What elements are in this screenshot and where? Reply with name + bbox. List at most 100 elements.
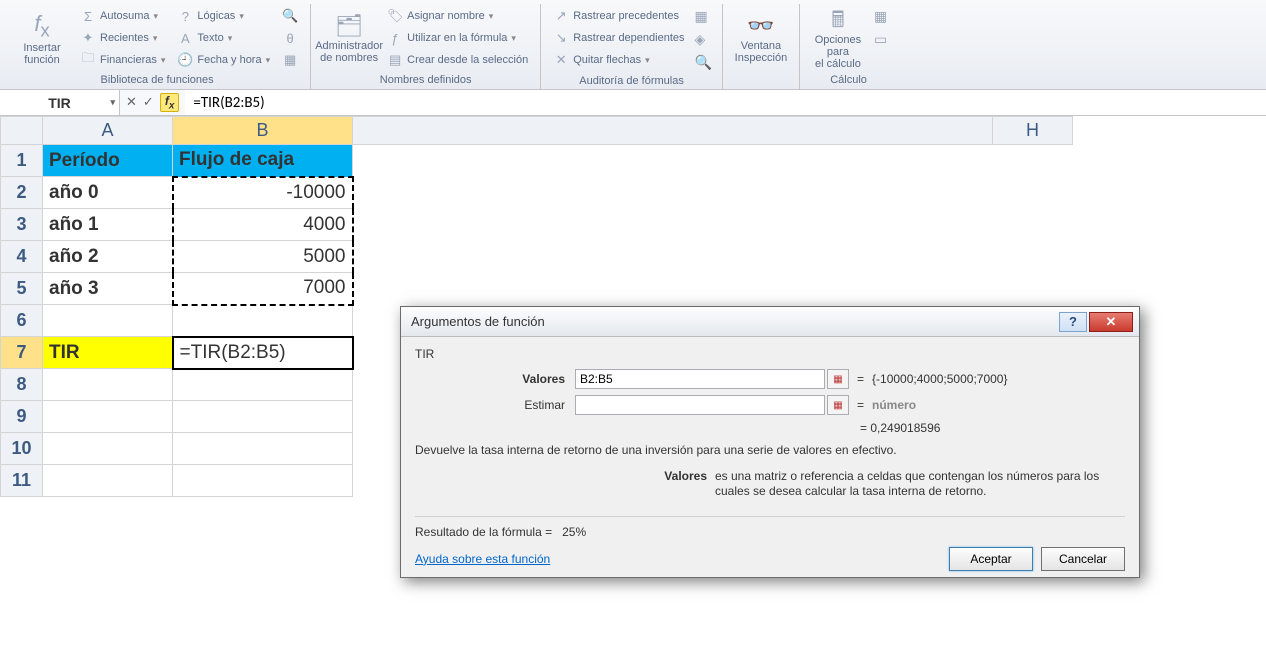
row-header-3[interactable]: 3 — [1, 209, 43, 241]
watch-icon: 👓 — [747, 14, 774, 38]
cell-A7[interactable]: TIR — [43, 337, 173, 369]
cell-A9[interactable] — [43, 401, 173, 433]
watch-window-button[interactable]: 👓 Ventana Inspección — [731, 6, 791, 72]
group-label-watch — [731, 72, 791, 74]
help-link[interactable]: Ayuda sobre esta función — [415, 552, 941, 566]
name-manager-button[interactable]: 🗂 Administrador de nombres — [319, 6, 379, 72]
arg1-label: Valores — [415, 372, 575, 386]
ribbon-group-watch: 👓 Ventana Inspección — [727, 4, 800, 89]
dialog-function-name: TIR — [415, 347, 1125, 361]
col-header-A[interactable]: A — [43, 117, 173, 145]
assign-name-button[interactable]: 🏷Asignar nombre — [383, 6, 532, 26]
col-header-gap[interactable] — [353, 117, 993, 145]
cell-B6[interactable] — [173, 305, 353, 337]
logical-icon: ? — [177, 9, 193, 24]
dialog-title: Argumentos de función — [411, 314, 1059, 329]
create-from-selection-button[interactable]: ▤Crear desde la selección — [383, 50, 532, 70]
formula-icon: ƒ — [387, 31, 403, 46]
lookup-icon: 🔍 — [282, 8, 298, 24]
cell-B10[interactable] — [173, 433, 353, 465]
remove-arrows-button[interactable]: ✕Quitar flechas — [549, 50, 688, 70]
row-header-1[interactable]: 1 — [1, 145, 43, 177]
row-header-4[interactable]: 4 — [1, 241, 43, 273]
recent-button[interactable]: ✦Recientes — [76, 28, 169, 48]
datetime-button[interactable]: 🕘Fecha y hora — [173, 50, 274, 70]
arg2-input[interactable] — [575, 395, 825, 415]
row-header-8[interactable]: 8 — [1, 369, 43, 401]
arg1-range-button[interactable]: ▦ — [827, 369, 849, 389]
insert-function-button[interactable]: fx Insertar función — [12, 6, 72, 72]
name-box[interactable]: TIR ▾ — [0, 90, 120, 115]
text-button[interactable]: ATexto — [173, 28, 274, 48]
ribbon-group-defined-names: 🗂 Administrador de nombres 🏷Asignar nomb… — [315, 4, 541, 89]
row-header-11[interactable]: 11 — [1, 465, 43, 497]
arg1-input[interactable] — [575, 369, 825, 389]
use-in-formula-button[interactable]: ƒUtilizar en la fórmula — [383, 28, 532, 48]
tag-icon: 🏷 — [387, 8, 403, 24]
show-formulas-button[interactable]: ▦ — [693, 6, 714, 27]
error-check-button[interactable]: ◈ — [693, 29, 714, 50]
equals-sign-2: = — [849, 398, 872, 412]
cell-B3[interactable]: 4000 — [173, 209, 353, 241]
calc-options-button[interactable]: 🖩 Opciones para el cálculo — [808, 6, 868, 72]
fx-icon: fx — [34, 12, 49, 41]
ribbon-group-calculation: 🖩 Opciones para el cálculo ▦ ▭ Cálculo — [804, 4, 897, 89]
select-all-corner[interactable] — [1, 117, 43, 145]
evaluate-button[interactable]: 🔍 — [693, 52, 714, 73]
col-header-B[interactable]: B — [173, 117, 353, 145]
dialog-help-button[interactable]: ? — [1059, 312, 1087, 332]
cell-A3[interactable]: año 1 — [43, 209, 173, 241]
ribbon: fx Insertar función ΣAutosuma ✦Recientes… — [0, 0, 1266, 90]
row-header-2[interactable]: 2 — [1, 177, 43, 209]
math-button[interactable]: θ — [278, 28, 302, 48]
row-header-7[interactable]: 7 — [1, 337, 43, 369]
formula-enter-button[interactable]: ✓ — [143, 94, 154, 110]
formula-cancel-button[interactable]: ✕ — [126, 94, 137, 110]
arg2-eval: número — [872, 398, 916, 412]
trace-dependents-button[interactable]: ↘Rastrear dependientes — [549, 28, 688, 48]
cell-B5[interactable]: 7000 — [173, 273, 353, 305]
cell-B8[interactable] — [173, 369, 353, 401]
group-label-auditing: Auditoría de fórmulas — [549, 73, 714, 87]
financial-button[interactable]: 🗀Financieras — [76, 50, 169, 70]
row-header-9[interactable]: 9 — [1, 401, 43, 433]
cell-A4[interactable]: año 2 — [43, 241, 173, 273]
result-eval: 0,249018596 — [870, 421, 940, 435]
cell-B9[interactable] — [173, 401, 353, 433]
fx-button[interactable]: fx — [160, 93, 180, 112]
cell-B4[interactable]: 5000 — [173, 241, 353, 273]
formula-bar: TIR ▾ ✕ ✓ fx — [0, 90, 1266, 116]
cell-A8[interactable] — [43, 369, 173, 401]
cancel-button[interactable]: Cancelar — [1041, 547, 1125, 571]
group-label-library: Biblioteca de funciones — [12, 72, 302, 86]
logical-button[interactable]: ?Lógicas — [173, 6, 274, 26]
arg2-range-button[interactable]: ▦ — [827, 395, 849, 415]
dialog-close-button[interactable]: ✕ — [1089, 312, 1133, 332]
cell-A11[interactable] — [43, 465, 173, 497]
ok-button[interactable]: Aceptar — [949, 547, 1033, 571]
financial-icon: 🗀 — [80, 49, 96, 71]
autosum-button[interactable]: ΣAutosuma — [76, 6, 169, 26]
cell-B11[interactable] — [173, 465, 353, 497]
dialog-titlebar[interactable]: Argumentos de función ? ✕ — [401, 307, 1139, 337]
lookup-button[interactable]: 🔍 — [278, 6, 302, 26]
calc-now-button[interactable]: ▦ — [872, 6, 889, 27]
clock-icon: 🕘 — [177, 52, 193, 68]
chevron-down-icon: ▾ — [110, 97, 115, 108]
row-header-10[interactable]: 10 — [1, 433, 43, 465]
cell-A10[interactable] — [43, 433, 173, 465]
col-header-H[interactable]: H — [993, 117, 1073, 145]
cell-A2[interactable]: año 0 — [43, 177, 173, 209]
more-button[interactable]: ▦ — [278, 50, 302, 70]
cell-B2[interactable]: -10000 — [173, 177, 353, 209]
trace-precedents-button[interactable]: ↗Rastrear precedentes — [549, 6, 688, 26]
calc-sheet-button[interactable]: ▭ — [872, 29, 889, 50]
formula-input[interactable] — [185, 90, 1266, 115]
row-header-6[interactable]: 6 — [1, 305, 43, 337]
cell-A1[interactable]: Período — [43, 145, 173, 177]
cell-A6[interactable] — [43, 305, 173, 337]
row-header-5[interactable]: 5 — [1, 273, 43, 305]
cell-B7[interactable]: =TIR(B2:B5) — [173, 337, 353, 369]
cell-A5[interactable]: año 3 — [43, 273, 173, 305]
cell-B1[interactable]: Flujo de caja — [173, 145, 353, 177]
